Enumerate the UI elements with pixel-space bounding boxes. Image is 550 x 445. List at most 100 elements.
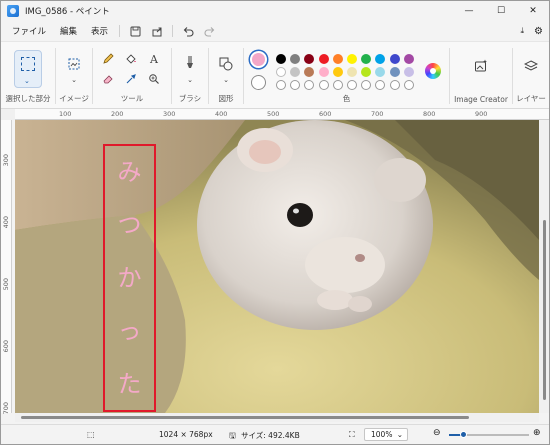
layers-button[interactable] bbox=[523, 58, 539, 74]
color-swatch[interactable] bbox=[403, 54, 414, 64]
window-controls: — ☐ ✕ bbox=[453, 1, 549, 21]
group-label-image: イメージ bbox=[59, 94, 89, 103]
ruler-tick-label: 800 bbox=[423, 110, 436, 118]
group-label-selection: 選択した部分 bbox=[5, 94, 51, 103]
zoom-slider-knob[interactable] bbox=[460, 431, 467, 438]
image-select-icon bbox=[68, 58, 80, 70]
share-icon bbox=[152, 27, 162, 36]
custom-color-slot[interactable] bbox=[389, 80, 400, 90]
zoom-select[interactable]: 100% ⌄ bbox=[364, 428, 408, 441]
edit-colors-icon[interactable] bbox=[425, 63, 441, 79]
paint-window: IMG_0586 - ペイント — ☐ ✕ ファイル 編集 表示 ⤓ ⚙ ⌄ 選… bbox=[0, 0, 550, 445]
ruler-tick-label: 400 bbox=[215, 110, 228, 118]
close-button[interactable]: ✕ bbox=[517, 1, 549, 21]
zoom-in-icon[interactable]: ⊕ bbox=[533, 428, 541, 438]
group-colors: 色 bbox=[244, 42, 449, 110]
fill-button[interactable] bbox=[123, 51, 139, 67]
menu-file[interactable]: ファイル bbox=[5, 25, 53, 37]
zoom-slider[interactable] bbox=[449, 431, 529, 438]
color-swatch[interactable] bbox=[276, 54, 286, 64]
save-button[interactable] bbox=[124, 22, 146, 40]
vertical-scroll-thumb[interactable] bbox=[543, 220, 546, 400]
canvas-text-char: っ bbox=[117, 317, 142, 345]
zoom-out-icon[interactable]: ⊖ bbox=[433, 428, 441, 438]
minimize-button[interactable]: — bbox=[453, 1, 485, 21]
color-swatch[interactable] bbox=[332, 54, 343, 64]
settings-icon[interactable]: ⚙ bbox=[534, 26, 543, 37]
menu-edit[interactable]: 編集 bbox=[53, 25, 84, 37]
color-swatch[interactable] bbox=[389, 67, 400, 77]
group-tools: A ツール bbox=[93, 42, 171, 110]
download-icon[interactable]: ⤓ bbox=[520, 26, 524, 36]
color-swatch[interactable] bbox=[347, 67, 357, 77]
pencil-button[interactable] bbox=[100, 51, 116, 67]
group-image-creator: Image Creator bbox=[450, 42, 512, 110]
color-swatch[interactable] bbox=[389, 54, 400, 64]
custom-color-slot[interactable] bbox=[347, 80, 357, 90]
canvas-area[interactable]: みつかった bbox=[15, 120, 539, 413]
chevron-down-icon[interactable]: ⌄ bbox=[218, 72, 234, 88]
save-icon bbox=[130, 26, 141, 36]
ruler-tick-label: 500 bbox=[2, 278, 10, 291]
color-swatch[interactable] bbox=[318, 54, 329, 64]
vertical-scrollbar[interactable] bbox=[539, 120, 549, 413]
redo-button[interactable] bbox=[199, 22, 221, 40]
group-label-tools: ツール bbox=[120, 94, 144, 103]
horizontal-ruler: 100 200 300 400 500 600 700 800 900 bbox=[15, 109, 549, 120]
ruler-tick-label: 600 bbox=[2, 340, 10, 353]
image-creator-button[interactable] bbox=[473, 58, 489, 74]
custom-color-slot[interactable] bbox=[332, 80, 343, 90]
zoom-value: 100% bbox=[371, 430, 393, 439]
undo-icon bbox=[183, 26, 194, 37]
pencil-icon bbox=[103, 53, 114, 64]
custom-color-slot[interactable] bbox=[403, 80, 414, 90]
ruler-tick-label: 300 bbox=[2, 154, 10, 167]
color-swatch[interactable] bbox=[276, 67, 286, 77]
magnifier-button[interactable] bbox=[146, 71, 162, 87]
current-color-2[interactable] bbox=[251, 75, 266, 90]
current-color-1[interactable] bbox=[250, 51, 267, 68]
text-button[interactable]: A bbox=[146, 51, 162, 67]
chevron-down-icon[interactable]: ⌄ bbox=[66, 72, 82, 88]
horizontal-scrollbar[interactable] bbox=[15, 413, 539, 422]
share-button[interactable] bbox=[146, 22, 168, 40]
color-swatch[interactable] bbox=[347, 54, 357, 64]
shapes-icon bbox=[219, 57, 233, 71]
ruler-tick-label: 300 bbox=[163, 110, 176, 118]
fit-to-window-icon[interactable]: ⛶ bbox=[349, 430, 355, 440]
ruler-tick-label: 600 bbox=[319, 110, 332, 118]
color-picker-button[interactable] bbox=[123, 71, 139, 87]
text-selection-box[interactable]: みつかった bbox=[103, 144, 156, 412]
paint-app-icon bbox=[7, 5, 19, 17]
group-selection: ⌄ 選択した部分 bbox=[1, 42, 55, 110]
canvas-text-char: つ bbox=[117, 211, 142, 239]
canvas-text-char: み bbox=[117, 158, 142, 186]
eraser-button[interactable] bbox=[100, 71, 116, 87]
menu-right-actions: ⤓ ⚙ bbox=[520, 21, 543, 41]
layers-icon bbox=[524, 60, 538, 71]
eyedropper-icon bbox=[126, 74, 136, 84]
custom-color-slot[interactable] bbox=[318, 80, 329, 90]
horizontal-scroll-thumb[interactable] bbox=[21, 416, 469, 419]
color-swatch[interactable] bbox=[332, 67, 343, 77]
image-crop-button[interactable] bbox=[66, 56, 82, 72]
color-swatch[interactable] bbox=[318, 67, 329, 77]
image-dimensions: 1024 × 768px bbox=[159, 430, 213, 439]
ruler-tick-label: 900 bbox=[475, 110, 488, 118]
shapes-button[interactable] bbox=[218, 56, 234, 72]
ruler-tick-label: 700 bbox=[371, 110, 384, 118]
color-swatch[interactable] bbox=[403, 67, 414, 77]
fill-bucket-icon bbox=[126, 54, 136, 64]
custom-color-slot[interactable] bbox=[276, 80, 286, 90]
file-size: サイズ: 492.4KB bbox=[241, 431, 300, 440]
brush-icon bbox=[187, 56, 193, 68]
chevron-down-icon: ⌄ bbox=[24, 77, 30, 85]
menu-view[interactable]: 表示 bbox=[84, 25, 115, 37]
title-bar: IMG_0586 - ペイント — ☐ ✕ bbox=[1, 1, 549, 21]
brush-button[interactable] bbox=[182, 54, 198, 70]
undo-button[interactable] bbox=[177, 22, 199, 40]
selection-button[interactable]: ⌄ bbox=[14, 50, 42, 88]
maximize-button[interactable]: ☐ bbox=[485, 1, 517, 21]
status-bar: ⬚ 1024 × 768px 🖫 サイズ: 492.4KB ⛶ 100% ⌄ ⊖ … bbox=[1, 424, 549, 444]
chevron-down-icon[interactable]: ⌄ bbox=[182, 72, 198, 88]
